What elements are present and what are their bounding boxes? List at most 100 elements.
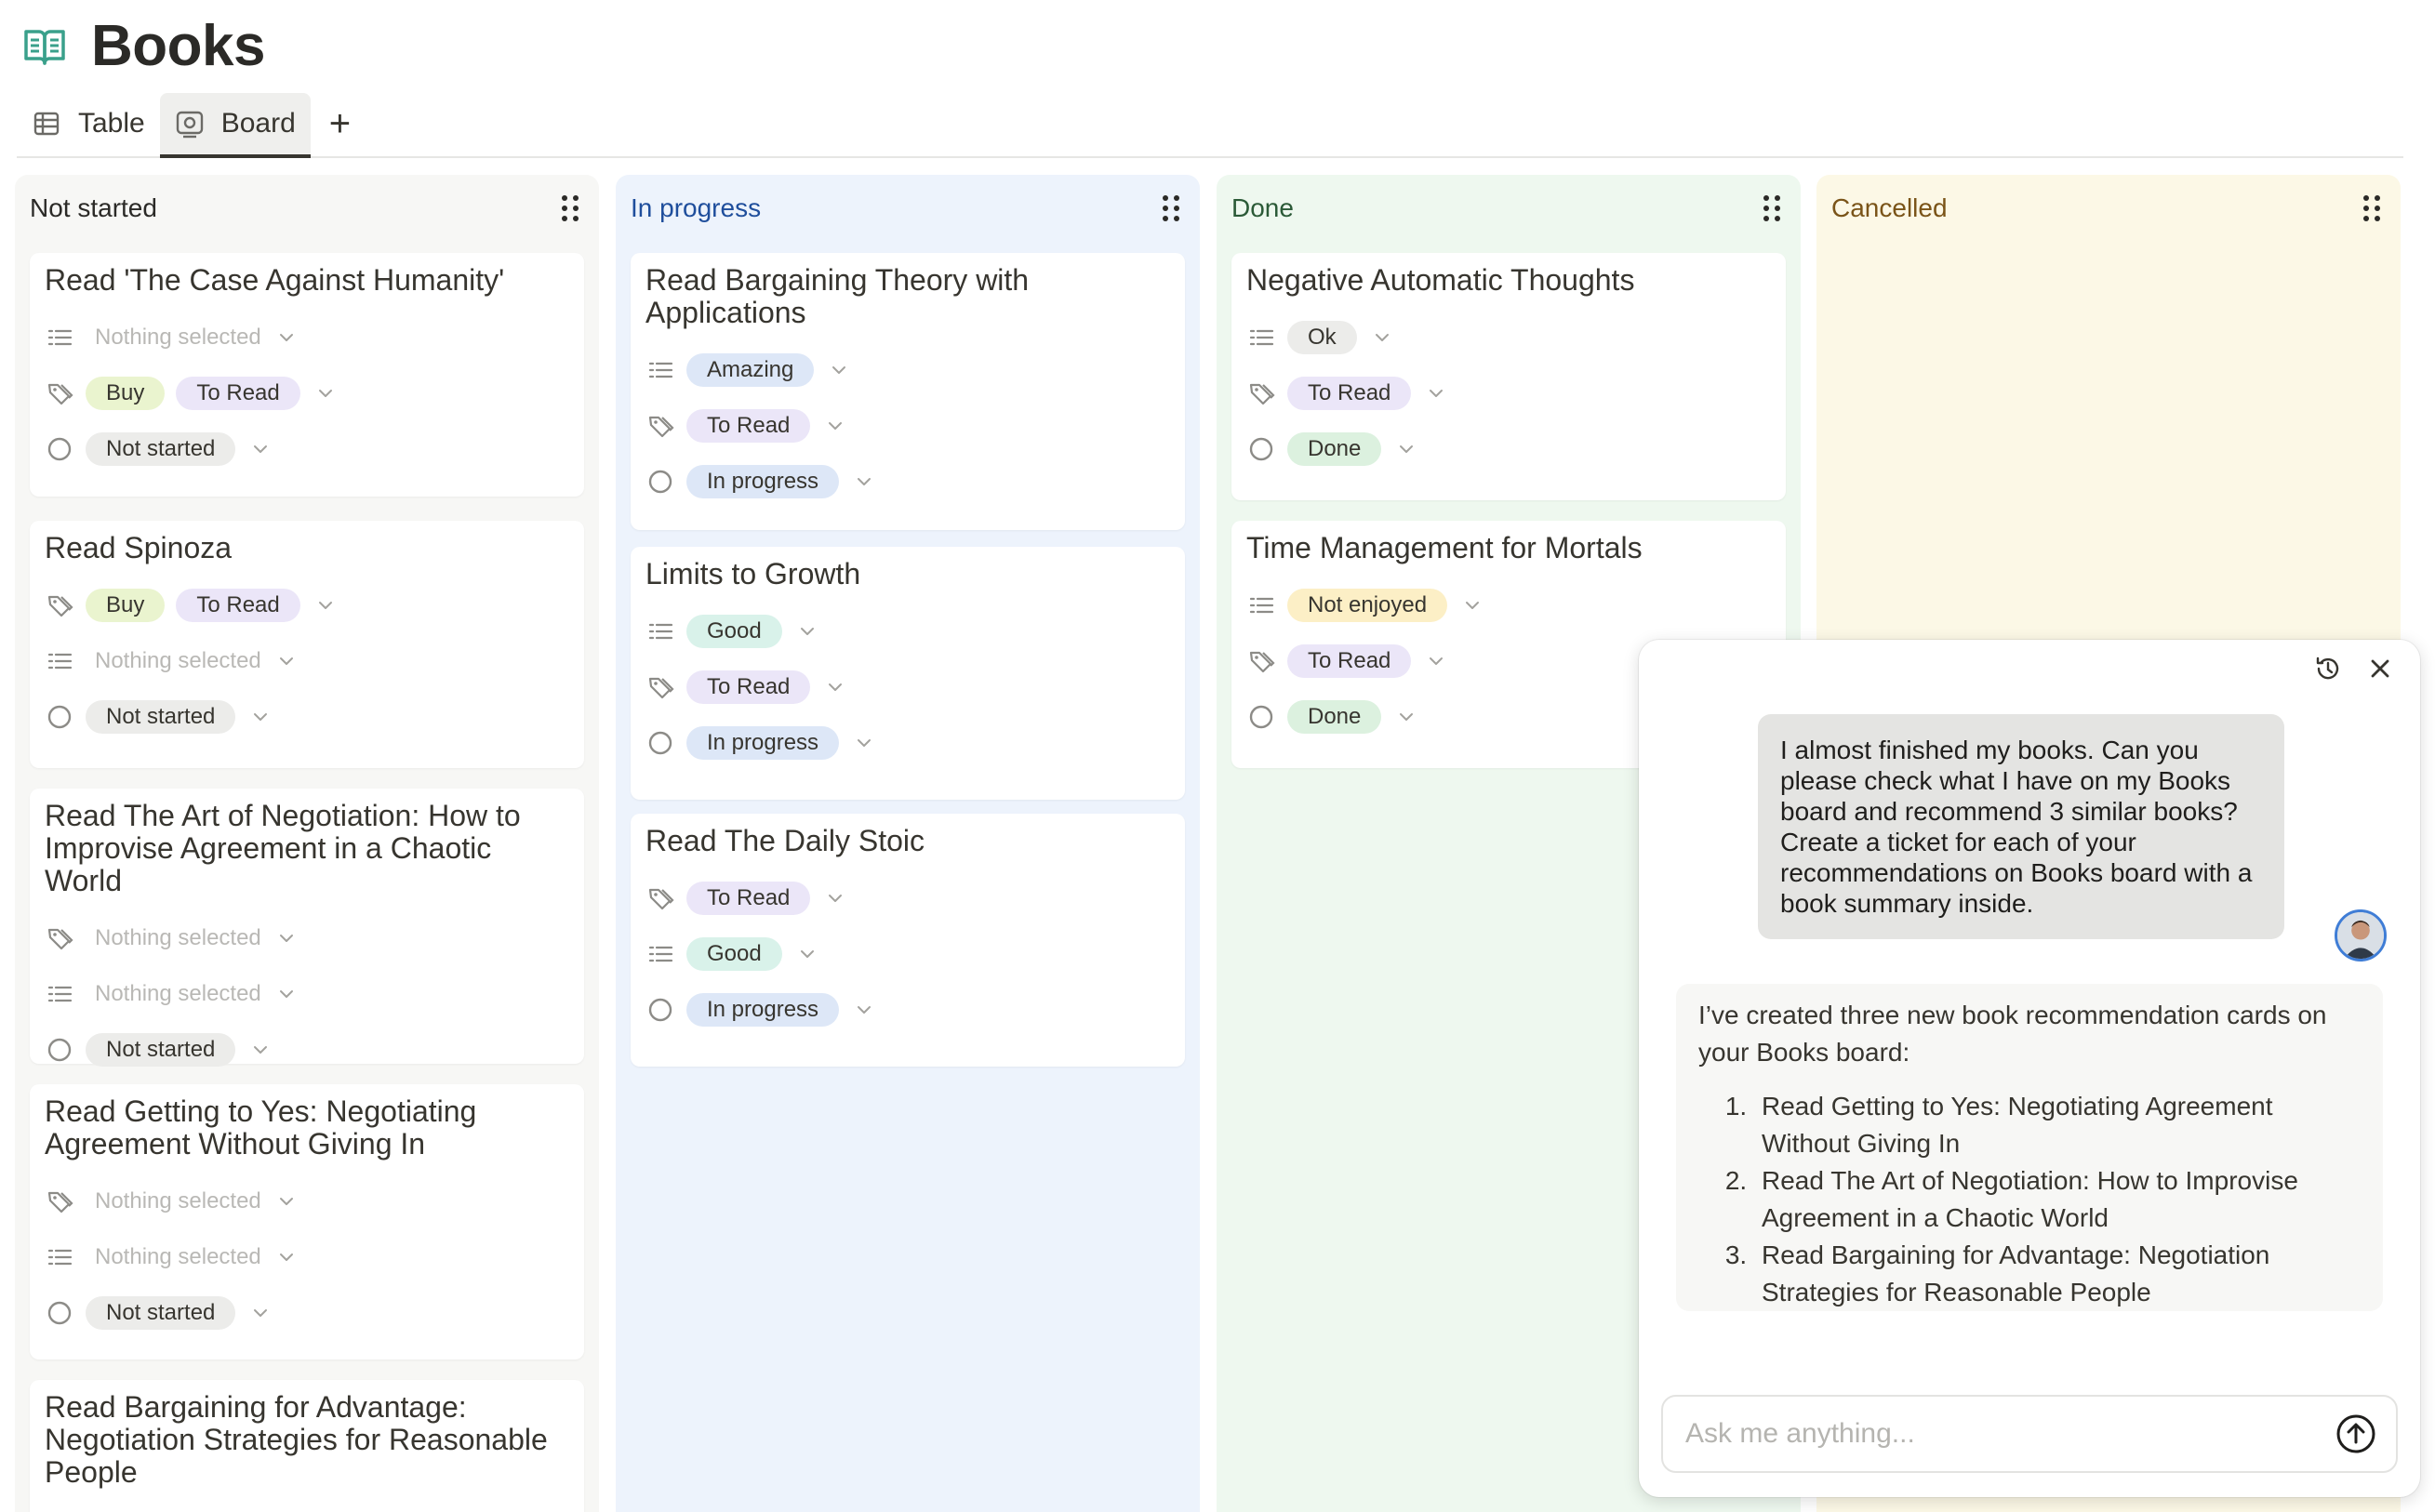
- board-card[interactable]: Limits to Growth Good To Read In progress: [631, 547, 1185, 800]
- card-property[interactable]: Nothing selected: [45, 643, 297, 680]
- chevron-down-icon[interactable]: [276, 984, 297, 1004]
- board-column-not-started: Not started Read 'The Case Against Humani…: [15, 175, 599, 1512]
- drag-handle-icon[interactable]: [1163, 194, 1181, 222]
- column-title: Not started: [30, 193, 157, 222]
- recommendation-item: Read The Art of Negotiation: How to Impr…: [1754, 1162, 2361, 1237]
- list-icon: [1246, 323, 1276, 352]
- status-circle-icon: [45, 702, 74, 732]
- card-property[interactable]: Not started: [45, 431, 271, 468]
- board-card[interactable]: Read Bargaining for Advantage: Negotiati…: [30, 1380, 584, 1512]
- chat-input[interactable]: [1685, 1418, 2281, 1450]
- card-property[interactable]: Not started: [45, 1031, 271, 1068]
- status-circle-icon: [645, 995, 675, 1025]
- chevron-down-icon[interactable]: [276, 928, 297, 948]
- chevron-down-icon[interactable]: [276, 327, 297, 348]
- close-icon[interactable]: [2364, 653, 2396, 684]
- card-property[interactable]: Nothing selected: [45, 1239, 297, 1276]
- chevron-down-icon[interactable]: [1426, 651, 1446, 671]
- card-property[interactable]: Ok: [1246, 319, 1392, 356]
- card-property[interactable]: Nothing selected: [45, 920, 297, 957]
- board-card[interactable]: Read The Art of Negotiation: How to Impr…: [30, 789, 584, 1067]
- drag-handle-icon[interactable]: [1763, 194, 1782, 222]
- chevron-down-icon[interactable]: [1426, 383, 1446, 404]
- card-property[interactable]: To Read: [645, 880, 845, 917]
- card-property[interactable]: Buy To Read: [45, 587, 336, 624]
- card-property[interactable]: Amazing: [645, 351, 849, 389]
- tag-icon: [45, 1187, 74, 1216]
- status-circle-icon: [45, 1298, 74, 1328]
- board-card[interactable]: Read Bargaining Theory with Applications…: [631, 253, 1185, 530]
- property-pill: In progress: [686, 726, 840, 760]
- card-property[interactable]: Nothing selected: [45, 975, 297, 1013]
- chevron-down-icon[interactable]: [1396, 707, 1417, 727]
- chevron-down-icon[interactable]: [797, 621, 818, 642]
- property-pill: To Read: [686, 670, 811, 704]
- chevron-down-icon[interactable]: [1396, 439, 1417, 459]
- card-property[interactable]: In progress: [645, 463, 874, 500]
- column-header: Done: [1217, 175, 1801, 242]
- property-pill: In progress: [686, 465, 840, 498]
- tag-icon: [1246, 646, 1276, 676]
- property-pill: In progress: [686, 993, 840, 1027]
- card-property[interactable]: To Read: [645, 407, 845, 444]
- property-pill: To Read: [1287, 644, 1412, 678]
- empty-value: Nothing selected: [95, 1188, 261, 1214]
- chevron-down-icon[interactable]: [276, 1191, 297, 1212]
- tab-board[interactable]: Board: [159, 93, 311, 158]
- list-icon: [645, 617, 675, 646]
- board-card[interactable]: Negative Automatic Thoughts Ok To Read Done: [1231, 253, 1786, 500]
- chevron-down-icon[interactable]: [1462, 595, 1483, 616]
- card-property[interactable]: To Read: [1246, 643, 1446, 680]
- board-card[interactable]: Read 'The Case Against Humanity' Nothing …: [30, 253, 584, 497]
- drag-handle-icon[interactable]: [2363, 194, 2382, 222]
- property-pill: Amazing: [686, 353, 815, 387]
- send-arrow-icon[interactable]: [2335, 1413, 2377, 1455]
- card-property[interactable]: In progress: [645, 991, 874, 1028]
- chevron-down-icon[interactable]: [1372, 327, 1392, 348]
- chevron-down-icon[interactable]: [854, 1000, 874, 1020]
- chevron-down-icon[interactable]: [276, 1247, 297, 1267]
- chevron-down-icon[interactable]: [250, 1303, 271, 1323]
- card-property[interactable]: Done: [1246, 698, 1417, 736]
- add-view-button[interactable]: +: [329, 93, 351, 154]
- history-icon[interactable]: [2312, 653, 2344, 684]
- card-property[interactable]: Nothing selected: [45, 1183, 297, 1220]
- card-property[interactable]: In progress: [645, 724, 874, 762]
- chat-toolbar: [2312, 653, 2396, 684]
- chevron-down-icon[interactable]: [250, 1040, 271, 1060]
- chevron-down-icon[interactable]: [276, 651, 297, 671]
- chevron-down-icon[interactable]: [829, 360, 849, 380]
- chevron-down-icon[interactable]: [854, 471, 874, 492]
- board-card[interactable]: Read Spinoza Buy To Read Nothing selected No…: [30, 521, 584, 768]
- card-property[interactable]: Done: [1246, 431, 1417, 468]
- chevron-down-icon[interactable]: [825, 416, 845, 436]
- column-title: In progress: [631, 193, 762, 222]
- card-property[interactable]: To Read: [1246, 375, 1446, 412]
- chevron-down-icon[interactable]: [250, 439, 271, 459]
- property-pill: To Read: [176, 377, 300, 410]
- card-property[interactable]: Buy To Read: [45, 375, 336, 412]
- chevron-down-icon[interactable]: [854, 733, 874, 753]
- card-property[interactable]: Good: [645, 613, 818, 650]
- chevron-down-icon[interactable]: [797, 944, 818, 964]
- user-message: I almost finished my books. Can you plea…: [1758, 714, 2284, 939]
- list-icon: [645, 939, 675, 969]
- board-card[interactable]: Read The Daily Stoic To Read Good In progre…: [631, 814, 1185, 1067]
- card-property[interactable]: To Read: [645, 669, 845, 706]
- tag-icon: [645, 883, 675, 913]
- card-property[interactable]: Not started: [45, 698, 271, 736]
- chevron-down-icon[interactable]: [825, 888, 845, 909]
- board-card[interactable]: Read Getting to Yes: Negotiating Agreeme…: [30, 1084, 584, 1359]
- card-property[interactable]: Not started: [45, 1294, 271, 1332]
- chevron-down-icon[interactable]: [250, 707, 271, 727]
- card-property[interactable]: Not enjoyed: [1246, 587, 1483, 624]
- recommendation-list: Read Getting to Yes: Negotiating Agreeme…: [1698, 1088, 2361, 1311]
- chevron-down-icon[interactable]: [825, 677, 845, 697]
- drag-handle-icon[interactable]: [562, 194, 580, 222]
- tab-table[interactable]: Table: [17, 93, 160, 154]
- card-property[interactable]: Nothing selected: [45, 319, 297, 356]
- ai-response: I’ve created three new book recommendati…: [1676, 984, 2383, 1311]
- chevron-down-icon[interactable]: [315, 595, 336, 616]
- card-property[interactable]: Good: [645, 935, 818, 973]
- chevron-down-icon[interactable]: [315, 383, 336, 404]
